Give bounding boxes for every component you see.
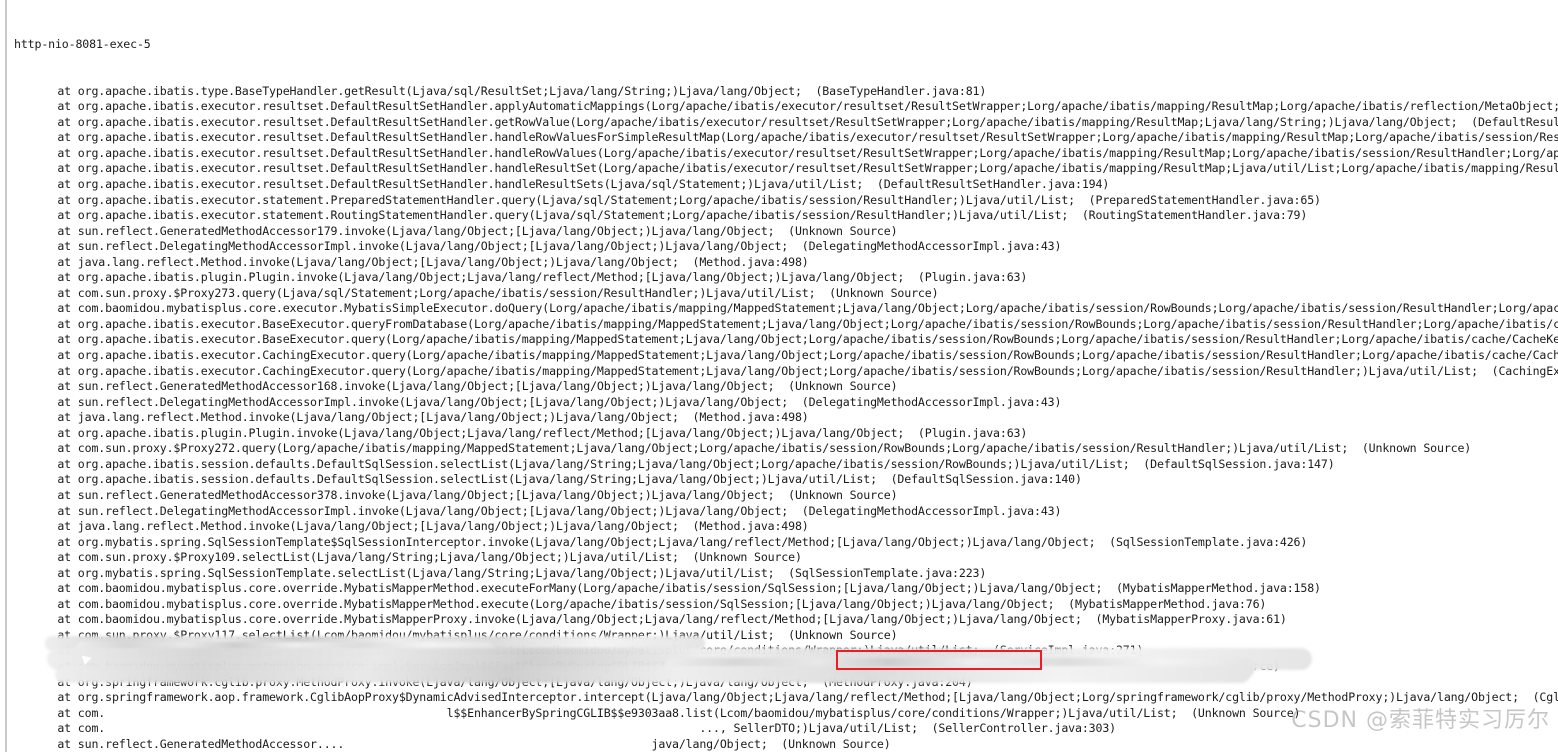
stacktrace-frame: at org.apache.ibatis.plugin.Plugin.invok… [30, 270, 1028, 285]
stacktrace-frame: at java.lang.reflect.Method.invoke(Ljava… [30, 519, 809, 534]
stacktrace-frame: at org.apache.ibatis.type.BaseTypeHandle… [30, 83, 987, 98]
stacktrace-frame: at java.lang.reflect.Method.invoke(Ljava… [30, 410, 809, 425]
stacktrace-frame: at com.baomidou.mybatisplus.core.executo… [30, 301, 1558, 316]
stacktrace-frame: at sun.reflect.DelegatingMethodAccessorI… [30, 239, 1062, 254]
stacktrace-frame: at com. ..., SellerDTO;)Ljava/util/List;… [30, 721, 1116, 736]
stacktrace-frame: at org.apache.ibatis.executor.BaseExecut… [30, 332, 1558, 347]
stacktrace-frame: at java.lang.reflect.Method.invoke(Ljava… [30, 254, 809, 269]
stacktrace-frame: at sun.reflect.GeneratedMethodAccessor17… [30, 223, 898, 238]
stacktrace-frame: at org.mybatis.spring.SqlSessionTemplate… [30, 565, 987, 580]
stacktrace-frame: at com.sun.proxy.$Proxy109.selectList(Lj… [30, 550, 802, 565]
stacktrace-frame: at sun.reflect.GeneratedMethodAccessor16… [30, 379, 898, 394]
stacktrace-frame-list: at org.apache.ibatis.type.BaseTypeHandle… [0, 84, 1558, 752]
stacktrace-frame: at com.sun.proxy.$Proxy273.query(Ljava/s… [30, 285, 939, 300]
stacktrace-frame: at sun.reflect.GeneratedMethodAccessor..… [30, 736, 891, 751]
stacktrace-frame: at org.apache.ibatis.executor.CachingExe… [30, 348, 1558, 363]
stacktrace-frame: at org.apache.ibatis.executor.resultset.… [30, 177, 1110, 192]
stacktrace-frame: at com.baomidou.mybatisplus.core.overrid… [30, 581, 1321, 596]
stacktrace-frame: at org.apache.ibatis.executor.BaseExecut… [57, 316, 1558, 331]
stacktrace-frame: at org.apache.ibatis.executor.resultset.… [57, 130, 1558, 145]
stacktrace-frame: at org.apache.ibatis.session.defaults.De… [30, 472, 1082, 487]
stacktrace-frame: at org.apache.ibatis.plugin.Plugin.invok… [30, 425, 1028, 440]
stacktrace-frame: at org.mybatis.spring.SqlSessionTemplate… [30, 534, 1308, 549]
stacktrace-frame: at org.apache.ibatis.executor.statement.… [30, 192, 1321, 207]
stacktrace-frame: at org.apache.ibatis.executor.resultset.… [57, 145, 1558, 160]
stacktrace-frame: at sun.reflect.GeneratedMethodAccessor37… [30, 487, 898, 502]
stacktrace-frame: at com.baomidou.mybatisplus.core.overrid… [30, 612, 1287, 627]
stacktrace-frame: at org.apache.ibatis.executor.resultset.… [57, 161, 1558, 176]
stacktrace-frame: at org.springframework.cglib.proxy.Metho… [30, 674, 973, 689]
stacktrace-frame: at org.apache.ibatis.executor.CachingExe… [30, 363, 1558, 378]
stacktrace-frame: at org.apache.ibatis.executor.resultset.… [57, 99, 1558, 114]
stacktrace-frame: at org.springframework.aop.framework.Cgl… [30, 690, 1558, 705]
stacktrace-frame: at sun.reflect.DelegatingMethodAccessorI… [30, 394, 1062, 409]
stacktrace-frame: at org.apache.ibatis.session.defaults.De… [30, 456, 1335, 471]
stacktrace-frame: at org.apache.ibatis.executor.resultset.… [30, 114, 1558, 129]
stacktrace-frame: at sun.reflect.DelegatingMethodAccessorI… [30, 503, 1062, 518]
stacktrace-text-area[interactable]: http-nio-8081-exec-5 at org.apache.ibati… [0, 0, 1558, 752]
stacktrace-frame: at com. l$$EnhancerBySpringCGLIB$$e9303a… [30, 705, 1301, 720]
stacktrace-frame: at com.baomidou.mybatisplus.core.overrid… [30, 596, 1267, 611]
thread-name-line: http-nio-8081-exec-5 [14, 37, 151, 52]
stacktrace-frame: at com.baomidou.mybatisplus.extension.se… [30, 643, 1144, 658]
stacktrace-frame: at com.baomidou.mybatisplus.extension.se… [30, 658, 1280, 673]
stacktrace-frame: at com.sun.proxy.$Proxy272.query(Lorg/ap… [30, 441, 1472, 456]
stacktrace-console[interactable]: http-nio-8081-exec-5 at org.apache.ibati… [0, 0, 1558, 752]
stacktrace-frame: at com.sun.proxy.$Proxy117.selectList(Lc… [30, 627, 898, 642]
stacktrace-frame: at org.apache.ibatis.executor.statement.… [30, 208, 1308, 223]
